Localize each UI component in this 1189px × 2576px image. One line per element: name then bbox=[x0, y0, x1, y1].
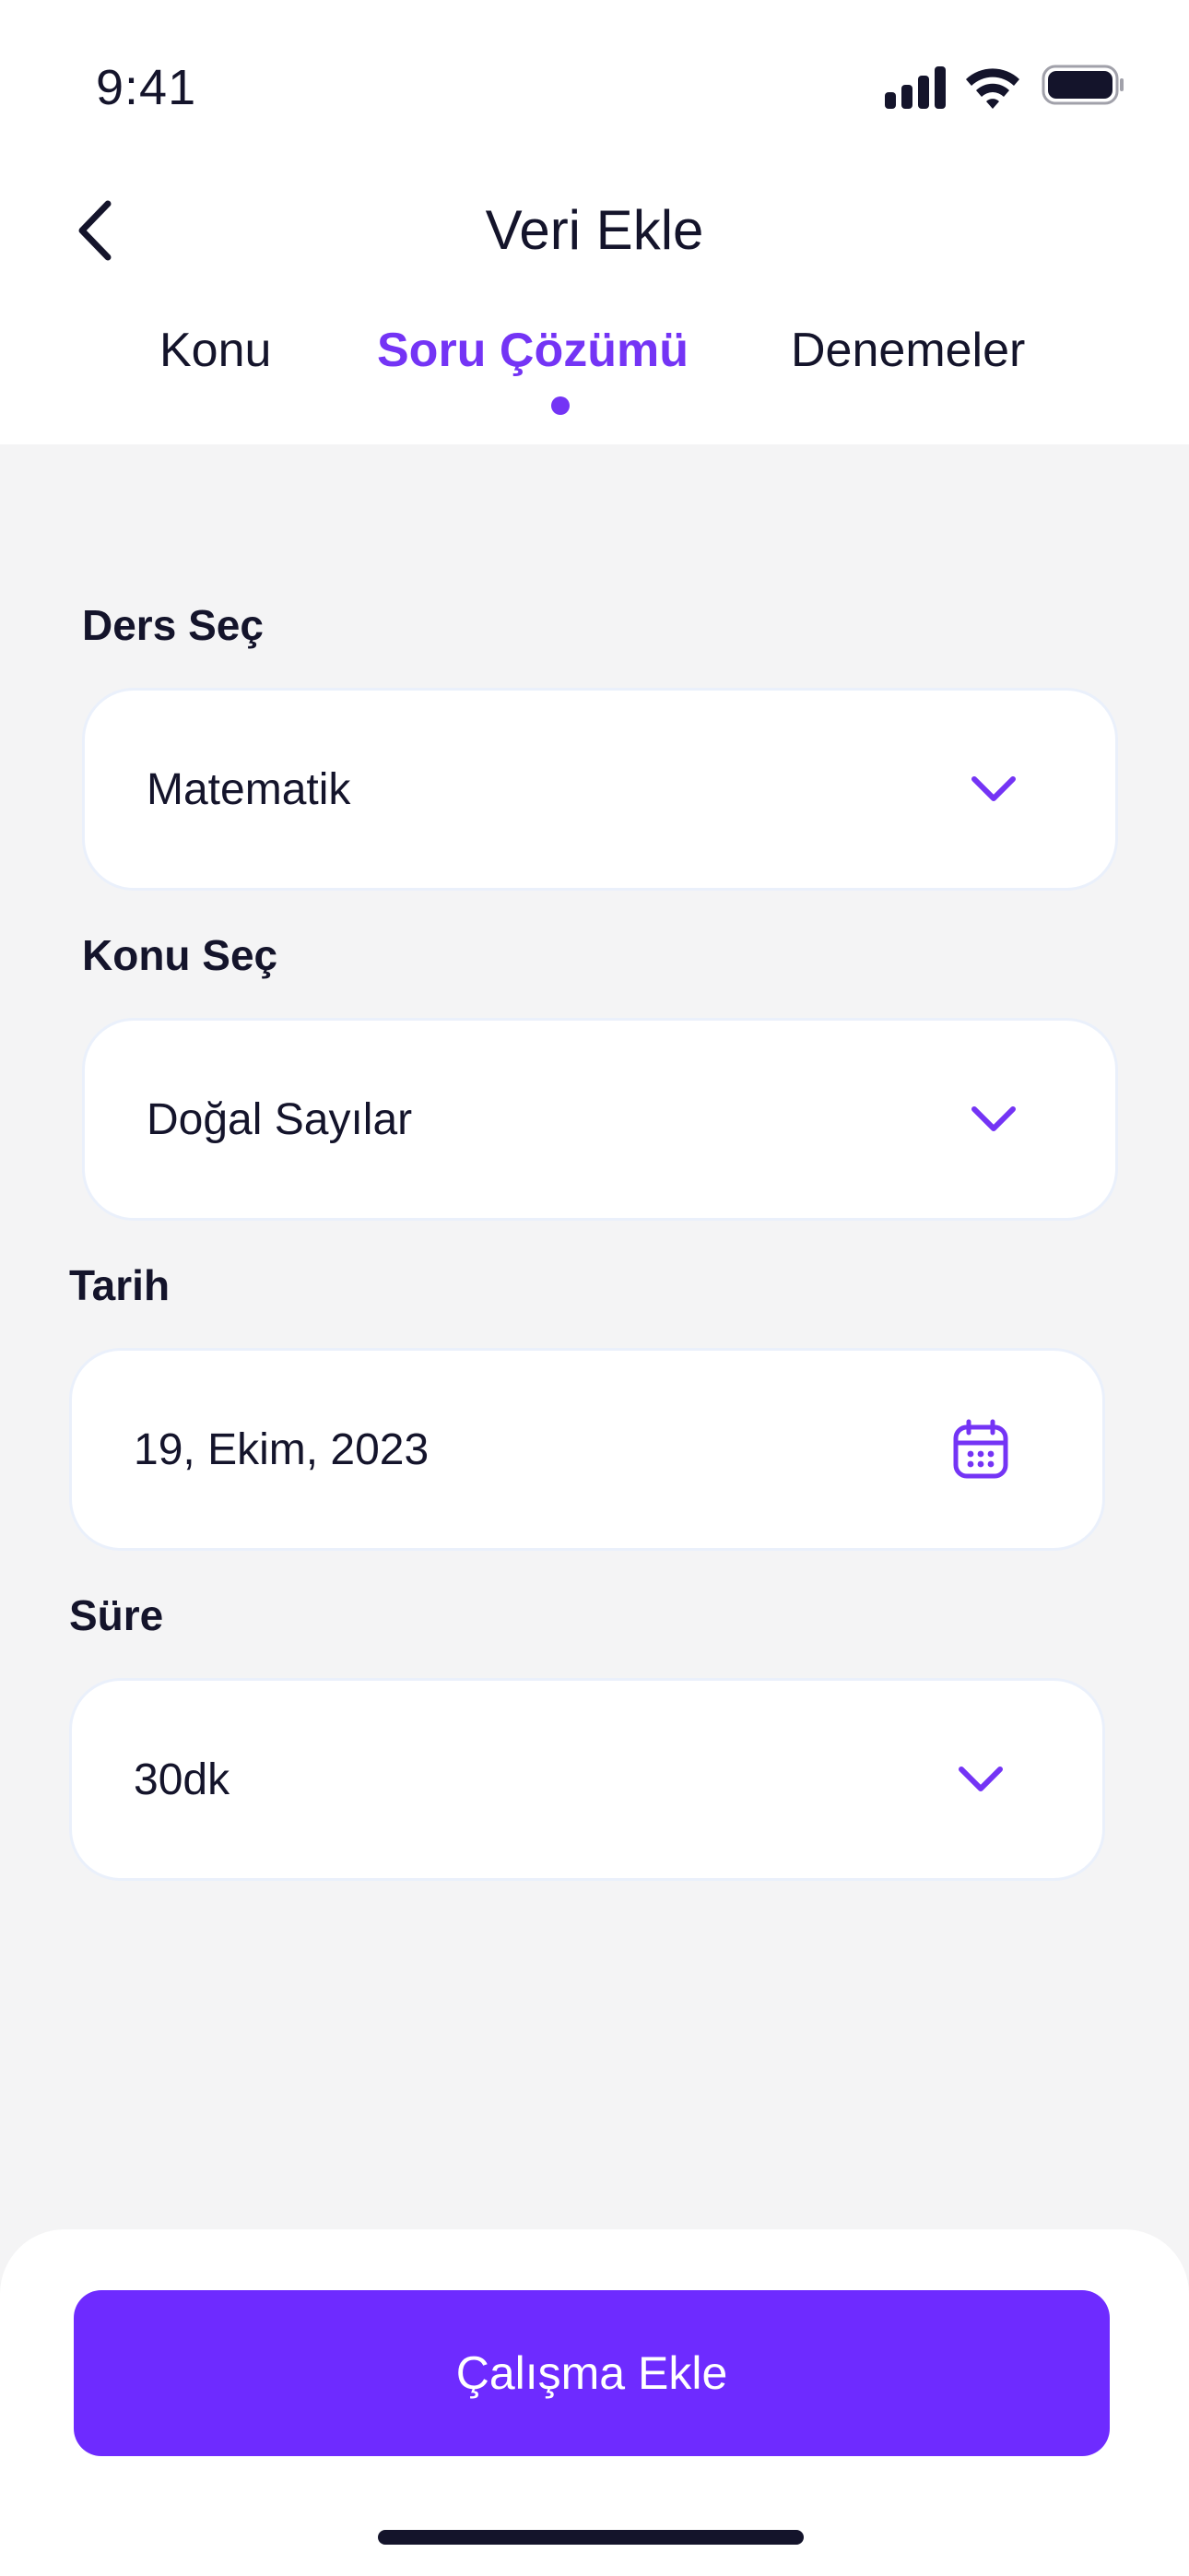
topic-label: Konu Seç bbox=[82, 931, 278, 979]
duration-value: 30dk bbox=[134, 1755, 230, 1804]
tab-soru-cozumu[interactable]: Soru Çözümü bbox=[377, 313, 689, 387]
top-header: 9:41 Veri Ekle Konu Soru Çözümü Denemele… bbox=[0, 0, 1189, 444]
add-data-screen: 9:41 Veri Ekle Konu Soru Çözümü Denemele… bbox=[0, 0, 1189, 2576]
tab-bar: Konu Soru Çözümü Denemeler bbox=[0, 313, 1189, 433]
chevron-down-icon bbox=[964, 760, 1023, 819]
bottom-sheet: Çalışma Ekle bbox=[0, 2229, 1189, 2576]
subject-label: Ders Seç bbox=[82, 601, 264, 649]
tab-denemeler[interactable]: Denemeler bbox=[791, 313, 1025, 387]
home-indicator bbox=[378, 2530, 804, 2545]
duration-select[interactable]: 30dk bbox=[69, 1678, 1105, 1881]
topic-select[interactable]: Doğal Sayılar bbox=[82, 1018, 1118, 1221]
date-label: Tarih bbox=[69, 1261, 171, 1309]
tab-konu[interactable]: Konu bbox=[159, 313, 271, 387]
date-value: 19, Ekim, 2023 bbox=[134, 1424, 430, 1474]
active-tab-indicator bbox=[551, 396, 570, 415]
status-icons bbox=[885, 65, 1124, 109]
duration-label: Süre bbox=[69, 1591, 164, 1639]
calendar-icon bbox=[951, 1419, 1010, 1479]
battery-icon bbox=[1042, 65, 1124, 105]
chevron-down-icon bbox=[951, 1750, 1010, 1809]
subject-select[interactable]: Matematik bbox=[82, 688, 1118, 891]
wifi-icon bbox=[966, 68, 1019, 109]
chevron-down-icon bbox=[964, 1090, 1023, 1149]
add-study-button[interactable]: Çalışma Ekle bbox=[74, 2290, 1110, 2456]
page-title: Veri Ekle bbox=[485, 199, 704, 261]
topic-value: Doğal Sayılar bbox=[147, 1094, 413, 1144]
signal-icon bbox=[885, 66, 946, 109]
date-picker[interactable]: 19, Ekim, 2023 bbox=[69, 1348, 1105, 1551]
subject-value: Matematik bbox=[147, 764, 351, 814]
status-time: 9:41 bbox=[96, 60, 197, 115]
